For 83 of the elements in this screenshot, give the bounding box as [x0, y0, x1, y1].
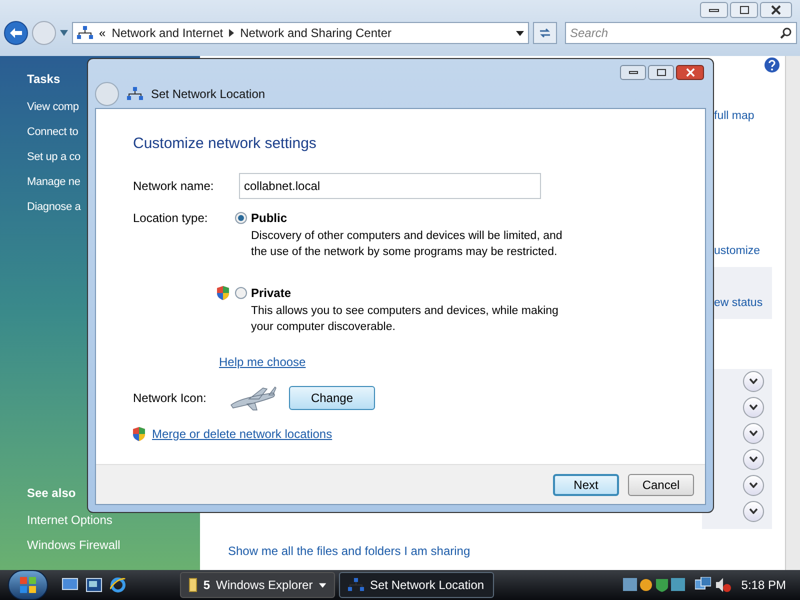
change-button[interactable]: Change — [289, 386, 375, 410]
show-desktop-icon[interactable] — [62, 578, 78, 592]
chevron-icon — [749, 456, 758, 462]
content-link[interactable]: full map — [714, 108, 754, 126]
chevron-icon — [749, 378, 758, 384]
address-bar[interactable]: « Network and Internet Network and Sharing Center — [72, 22, 529, 44]
browser-icon[interactable] — [110, 577, 126, 593]
start-button[interactable] — [8, 570, 48, 600]
task-link[interactable]: Connect to — [27, 120, 78, 145]
expand-button[interactable] — [743, 396, 764, 418]
field-label: Location type: — [133, 210, 208, 224]
window-switch-icon[interactable] — [86, 578, 102, 592]
pane-heading: See also — [27, 485, 77, 502]
task-link[interactable]: Manage ne — [27, 170, 80, 195]
muted-speaker-icon[interactable] — [715, 577, 732, 593]
task-link[interactable]: Diagnose a — [27, 195, 81, 220]
clock[interactable]: 5:18 PM — [741, 576, 786, 594]
dropdown-icon — [318, 582, 326, 588]
taskbar-label: Windows Explorer — [216, 577, 313, 594]
scrollbar[interactable] — [785, 56, 800, 570]
breadcrumb[interactable]: Network and Internet — [112, 24, 224, 42]
back-arrow-icon — [9, 27, 23, 39]
cancel-button[interactable]: Cancel — [628, 474, 694, 496]
close-icon — [771, 5, 781, 15]
taskbar-button[interactable]: 5 Windows Explorer — [180, 572, 335, 598]
windows-logo-icon — [19, 576, 37, 594]
minimize-button[interactable] — [700, 2, 728, 18]
network-icon — [77, 26, 93, 40]
breadcrumb[interactable]: Network and Sharing Center — [240, 24, 392, 42]
airplane-icon — [229, 384, 277, 410]
dialog-title: Set Network Location — [151, 86, 266, 103]
network-icon — [127, 87, 143, 101]
field-label: Network name: — [133, 178, 215, 194]
task-link[interactable]: View comp — [27, 95, 79, 120]
option-description: Discovery of other computers and devices will be limited, and the use of the network by some programs may be restricted. — [251, 228, 564, 260]
close-icon — [686, 68, 694, 77]
option-label[interactable]: Public — [251, 208, 288, 226]
dropdown-icon[interactable] — [516, 30, 524, 36]
dialog-heading: Customize network settings — [133, 134, 318, 154]
task-link[interactable]: Set up a co — [27, 145, 80, 170]
search-field[interactable]: Search — [565, 22, 797, 44]
content-link[interactable]: ustomize — [714, 243, 760, 260]
expand-button[interactable] — [743, 370, 764, 392]
help-link[interactable]: Help me choose — [219, 352, 306, 370]
next-button[interactable]: Next — [553, 474, 619, 496]
taskbar-button[interactable]: Set Network Location — [339, 572, 494, 598]
back-button[interactable] — [4, 21, 28, 45]
content-link[interactable]: Show me all the files and folders I am sharing — [228, 542, 785, 560]
maximize-button[interactable] — [648, 65, 674, 80]
radio-button[interactable] — [235, 212, 247, 224]
history-dropdown-icon[interactable] — [60, 30, 68, 36]
field-label: Network Icon: — [133, 390, 208, 406]
crumb-arrow-icon[interactable] — [229, 29, 234, 37]
tray-icons-drawing — [623, 577, 686, 593]
network-icon — [348, 578, 364, 592]
content-link[interactable]: ew status — [714, 295, 763, 312]
taskbar-label: Set Network Location — [370, 577, 484, 594]
chevron-icon — [749, 508, 758, 514]
window-count: 5 — [203, 577, 210, 594]
close-button[interactable] — [760, 2, 792, 18]
chevron-icon — [749, 404, 758, 410]
expand-button[interactable] — [743, 422, 764, 444]
restore-button[interactable] — [730, 2, 758, 18]
refresh-button[interactable] — [533, 22, 557, 44]
expand-button[interactable] — [743, 448, 764, 470]
shield-icon — [132, 426, 146, 442]
help-icon[interactable] — [764, 57, 780, 73]
option-label[interactable]: Private — [251, 284, 292, 302]
network-name-field[interactable]: collabnet.local — [239, 172, 541, 198]
merge-link[interactable]: Merge or delete network locations — [152, 424, 332, 442]
pane-heading: Tasks — [27, 71, 62, 88]
minimize-button[interactable] — [620, 65, 646, 80]
folder-icon — [189, 578, 198, 592]
radio-button[interactable] — [235, 286, 247, 298]
expand-button[interactable] — [743, 474, 764, 496]
chevron-icon — [749, 430, 758, 436]
address-overflow[interactable]: « — [99, 24, 106, 42]
expand-button[interactable] — [743, 500, 764, 522]
option-description: This allows you to see computers and devices, while making your computer discoverable. — [251, 304, 560, 334]
chevron-icon — [749, 482, 758, 488]
refresh-icon — [538, 27, 552, 39]
search-icon[interactable] — [780, 27, 792, 39]
close-button[interactable] — [676, 65, 704, 80]
